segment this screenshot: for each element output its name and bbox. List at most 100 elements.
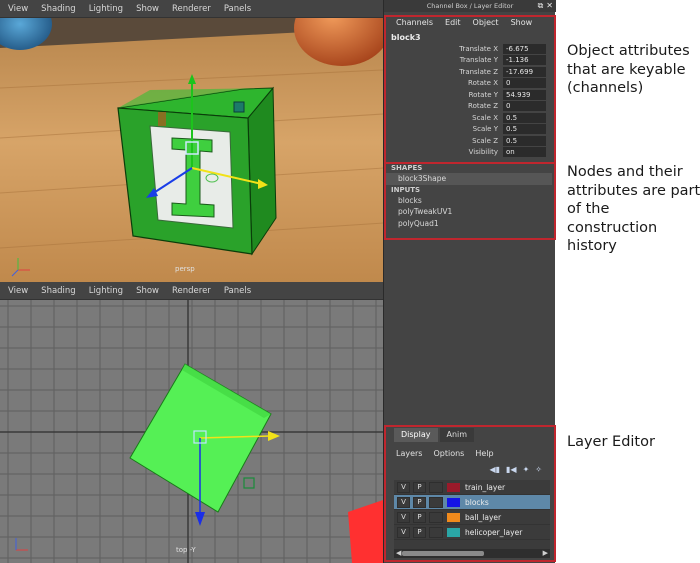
attr-row-visibility[interactable]: Visibility on [386, 147, 552, 159]
attr-value-field[interactable]: -17.699 [503, 66, 546, 77]
display-type-toggle[interactable] [429, 496, 443, 508]
layer-editor-menu: Layers Options Help [386, 447, 552, 461]
shape-node-item[interactable]: block3Shape [386, 173, 552, 185]
attr-row-translate-y[interactable]: Translate Y -1.136 [386, 55, 552, 67]
attr-value-field[interactable]: -1.136 [503, 55, 546, 66]
shapes-heading: SHAPES [391, 164, 423, 172]
top-menu-lighting[interactable]: Lighting [89, 282, 123, 299]
input-node-item[interactable]: polyQuad1 [386, 218, 552, 230]
attr-label: Rotate Y [468, 90, 498, 99]
float-panel-icon[interactable]: ⧉ [538, 1, 544, 11]
layer-color-swatch[interactable] [447, 527, 460, 537]
persp-menu-view[interactable]: View [8, 0, 28, 17]
layer-row-ball-layer[interactable]: V P ball_layer [394, 510, 550, 525]
visibility-toggle[interactable]: V [397, 496, 410, 508]
attr-label: Scale Y [472, 125, 498, 134]
attr-label: Rotate X [468, 79, 498, 88]
layer-name: blocks [465, 497, 489, 507]
persp-menu-lighting[interactable]: Lighting [89, 0, 123, 17]
menu-channels[interactable]: Channels [396, 14, 433, 32]
attr-label: Translate Z [459, 67, 498, 76]
persp-scene[interactable] [0, 0, 383, 282]
attr-row-scale-z[interactable]: Scale Z 0.5 [386, 135, 552, 147]
tab-display[interactable]: Display [394, 428, 438, 442]
playback-toggle[interactable]: P [413, 526, 426, 538]
move-layer-up-icon[interactable]: ◀▮ [489, 463, 500, 477]
playback-toggle[interactable]: P [413, 496, 426, 508]
visibility-toggle[interactable]: V [397, 511, 410, 523]
visibility-toggle[interactable]: V [397, 481, 410, 493]
playback-toggle[interactable]: P [413, 511, 426, 523]
attr-value-field[interactable]: 0.5 [503, 135, 546, 146]
move-layer-down-icon[interactable]: ▮◀ [506, 463, 517, 477]
layer-color-swatch[interactable] [447, 482, 460, 492]
annotation-history: Nodes and their attributes are part of t… [567, 164, 700, 254]
menu-layers[interactable]: Layers [396, 447, 422, 461]
perspective-viewport[interactable]: View Shading Lighting Show Renderer Pane… [0, 0, 383, 282]
top-menu-shading[interactable]: Shading [41, 282, 76, 299]
top-menu-view[interactable]: View [8, 282, 28, 299]
construction-history: SHAPES block3Shape INPUTS blocks polyTwe… [386, 163, 552, 239]
layer-row-helicoper-layer[interactable]: V P helicoper_layer [394, 525, 550, 540]
display-type-toggle[interactable] [429, 526, 443, 538]
attr-row-rotate-z[interactable]: Rotate Z 0 [386, 101, 552, 113]
attr-value-field[interactable]: on [503, 147, 546, 158]
attr-value-field[interactable]: 0.5 [503, 112, 546, 123]
layer-list: V P train_layer V P blocks V P ball_laye… [394, 480, 550, 558]
menu-show[interactable]: Show [511, 14, 533, 32]
annotation-channels: Object attributes that are keyable (chan… [567, 43, 690, 96]
attr-row-scale-y[interactable]: Scale Y 0.5 [386, 124, 552, 136]
attr-row-rotate-x[interactable]: Rotate X 0 [386, 78, 552, 90]
layer-name: ball_layer [465, 512, 502, 522]
top-menu-renderer[interactable]: Renderer [172, 282, 211, 299]
scrollbar-thumb[interactable] [402, 551, 484, 556]
scroll-left-icon[interactable]: ◀ [396, 549, 401, 558]
top-viewport[interactable]: View Shading Lighting Show Renderer Pane… [0, 282, 383, 563]
attr-value-field[interactable]: 0 [503, 78, 546, 89]
attr-label: Translate X [459, 44, 498, 53]
channel-box-menu: Channels Edit Object Show [386, 14, 552, 32]
persp-menu-panels[interactable]: Panels [224, 0, 251, 17]
attr-row-translate-z[interactable]: Translate Z -17.699 [386, 66, 552, 78]
attr-label: Translate Y [459, 56, 498, 65]
layer-editor: Display Anim Layers Options Help ◀▮ ▮◀ ✦… [386, 428, 552, 561]
visibility-toggle[interactable]: V [397, 526, 410, 538]
selected-node-name[interactable]: block3 [386, 32, 552, 43]
top-scene-render [0, 300, 383, 563]
attr-value-field[interactable]: 54.939 [503, 89, 546, 100]
top-menu-show[interactable]: Show [136, 282, 159, 299]
tab-anim[interactable]: Anim [439, 428, 475, 442]
new-empty-layer-icon[interactable]: ✦ [523, 463, 530, 477]
menu-help[interactable]: Help [475, 447, 493, 461]
channel-box-layer-editor-panel: Channel Box / Layer Editor ⧉ ✕ Channels … [383, 0, 556, 563]
attr-value-field[interactable]: 0 [503, 101, 546, 112]
attr-value-field[interactable]: -6.675 [503, 43, 546, 54]
top-scene[interactable] [0, 300, 383, 563]
playback-toggle[interactable]: P [413, 481, 426, 493]
attr-row-rotate-y[interactable]: Rotate Y 54.939 [386, 89, 552, 101]
close-icon[interactable]: ✕ [546, 1, 553, 11]
menu-edit[interactable]: Edit [445, 14, 461, 32]
layer-row-blocks[interactable]: V P blocks [394, 495, 550, 510]
layer-list-scrollbar[interactable]: ◀ ▶ [394, 549, 550, 558]
persp-menu-shading[interactable]: Shading [41, 0, 76, 17]
attr-row-translate-x[interactable]: Translate X -6.675 [386, 43, 552, 55]
channel-attribute-list: Translate X -6.675 Translate Y -1.136 Tr… [386, 43, 552, 158]
persp-menu-show[interactable]: Show [136, 0, 159, 17]
display-type-toggle[interactable] [429, 481, 443, 493]
input-node-item[interactable]: polyTweakUV1 [386, 206, 552, 218]
display-type-toggle[interactable] [429, 511, 443, 523]
attr-label: Visibility [468, 148, 498, 157]
attr-value-field[interactable]: 0.5 [503, 124, 546, 135]
input-node-item[interactable]: blocks [386, 195, 552, 207]
scroll-right-icon[interactable]: ▶ [543, 549, 548, 558]
menu-object[interactable]: Object [473, 14, 499, 32]
top-menu-panels[interactable]: Panels [224, 282, 251, 299]
attr-row-scale-x[interactable]: Scale X 0.5 [386, 112, 552, 124]
menu-options[interactable]: Options [433, 447, 464, 461]
layer-row-train-layer[interactable]: V P train_layer [394, 480, 550, 495]
new-layer-from-selection-icon[interactable]: ✧ [535, 463, 542, 477]
layer-color-swatch[interactable] [447, 512, 460, 522]
layer-color-swatch[interactable] [447, 497, 460, 507]
persp-menu-renderer[interactable]: Renderer [172, 0, 211, 17]
